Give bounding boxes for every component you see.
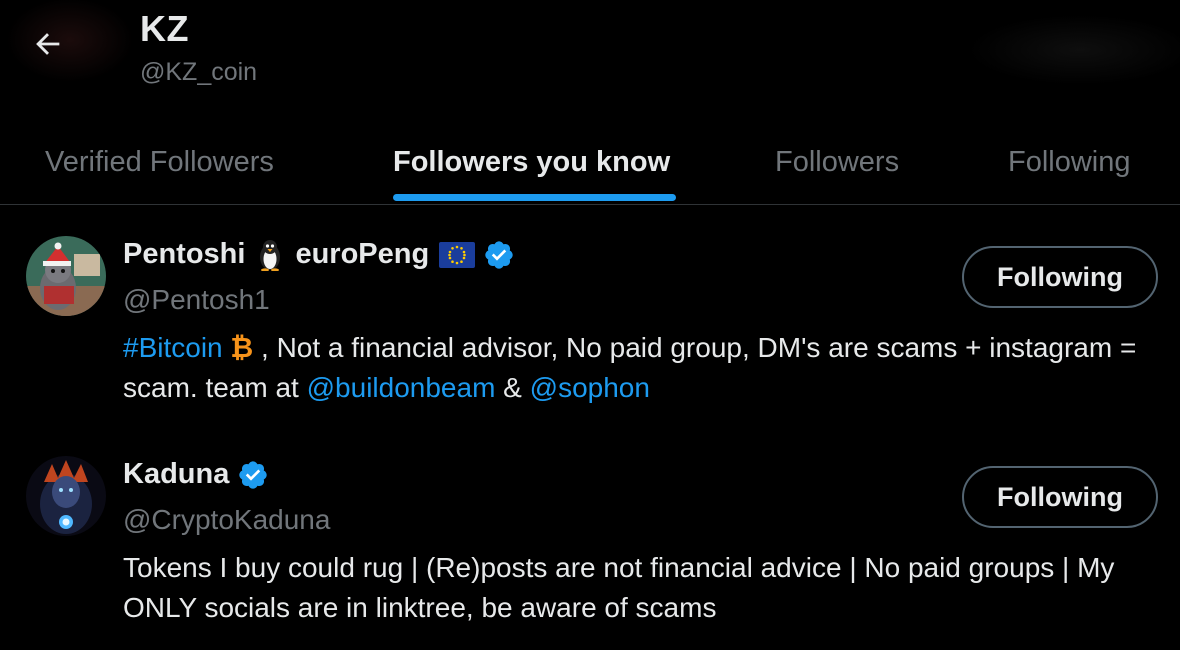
user-handle[interactable]: @Pentosh1 [123, 284, 270, 316]
mention-link[interactable]: @buildonbeam [307, 372, 496, 403]
user-name[interactable]: Pentoshi euroPeng [123, 238, 515, 271]
hashtag-link[interactable]: #Bitcoin [123, 332, 223, 363]
tab-followers[interactable]: Followers [775, 120, 899, 204]
profile-name: KZ [140, 8, 189, 49]
tab-bar: Verified Followers Followers you know Fo… [0, 120, 1180, 205]
user-handle[interactable]: @CryptoKaduna [123, 504, 330, 536]
user-name-text: Kaduna [123, 458, 230, 490]
user-name[interactable]: Kaduna [123, 458, 269, 491]
tab-verified-followers[interactable]: Verified Followers [45, 120, 274, 204]
pentoshi-avatar-image [26, 236, 106, 316]
back-button[interactable] [28, 24, 68, 64]
profile-handle: @KZ_coin [140, 58, 258, 86]
tab-following[interactable]: Following [1008, 120, 1131, 204]
active-tab-indicator [393, 194, 676, 201]
user-cell[interactable]: Pentoshi euroPeng @Pentosh1 #Bitcoin ₿ ,… [0, 220, 1180, 420]
user-bio: #Bitcoin ₿ , Not a financial advisor, No… [123, 328, 1163, 408]
penguin-icon [255, 239, 285, 271]
eu-flag-icon [439, 241, 476, 268]
user-bio: Tokens I buy could rug | (Re)posts are n… [123, 552, 1115, 623]
following-button[interactable]: Following [962, 246, 1158, 308]
kaduna-avatar-image [26, 456, 106, 536]
user-cell[interactable]: Kaduna @CryptoKaduna Tokens I buy could … [0, 440, 1180, 640]
avatar[interactable] [26, 236, 106, 316]
mention-link[interactable]: @sophon [530, 372, 650, 403]
tab-followers-you-know[interactable]: Followers you know [393, 120, 670, 204]
verified-badge-icon[interactable] [237, 459, 269, 491]
bio-text: & [495, 372, 530, 403]
verified-badge-icon[interactable] [483, 239, 515, 271]
profile-header: KZ @KZ_coin [0, 0, 1180, 120]
user-name-part1: Pentoshi [123, 238, 246, 270]
avatar[interactable] [26, 456, 106, 536]
bitcoin-icon: ₿ [230, 332, 254, 363]
arrow-left-icon [36, 33, 60, 55]
following-button[interactable]: Following [962, 466, 1158, 528]
user-name-part2: euroPeng [295, 238, 430, 270]
